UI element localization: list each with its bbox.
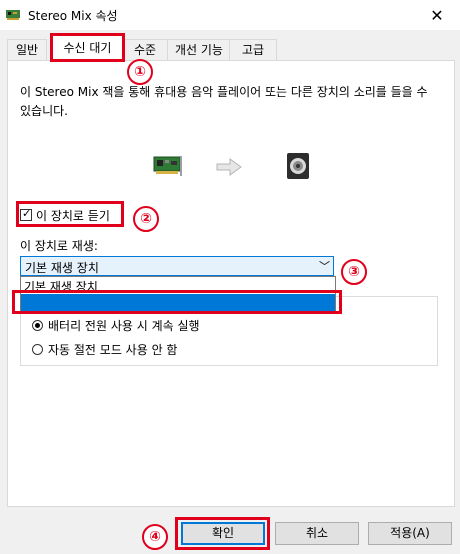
speaker-icon (287, 153, 309, 179)
close-button[interactable]: ✕ (414, 0, 460, 30)
tab-enhancements[interactable]: 개선 기능 (167, 39, 231, 60)
cancel-button[interactable]: 취소 (275, 522, 359, 545)
window-title: Stereo Mix 속성 (28, 9, 118, 23)
radio-button[interactable] (32, 344, 43, 355)
tab-levels[interactable]: 수준 (121, 39, 169, 60)
sound-card-icon (153, 156, 182, 176)
title-bar: Stereo Mix 속성 ✕ (0, 0, 460, 30)
listen-to-device-checkbox[interactable]: ✓ 이 장치로 듣기 (20, 205, 110, 225)
playback-device-dropdown[interactable]: 기본 재생 장치 ﹀ (20, 256, 334, 276)
tab-listen[interactable]: 수신 대기 (52, 35, 123, 62)
radio-button[interactable] (32, 320, 43, 331)
tab-advanced[interactable]: 고급 (229, 39, 277, 60)
ok-button[interactable]: 확인 (181, 522, 265, 545)
checkbox-box[interactable]: ✓ (20, 207, 32, 221)
dropdown-option-default[interactable]: 기본 재생 장치 (24, 278, 98, 295)
listen-checkbox-label: 이 장치로 듣기 (36, 208, 110, 223)
radio-continue-on-battery[interactable]: 배터리 전원 사용 시 계속 실행 (32, 317, 200, 334)
dropdown-list: 기본 재생 장치 (20, 276, 336, 314)
annotation-marker-2: ② (133, 206, 159, 232)
sound-card-icon (6, 10, 20, 20)
radio-label: 배터리 전원 사용 시 계속 실행 (48, 319, 200, 333)
chevron-down-icon[interactable]: ﹀ (319, 258, 330, 274)
checkmark-icon: ✓ (22, 207, 32, 220)
dropdown-selected-value: 기본 재생 장치 (25, 261, 99, 275)
playback-label: 이 장치로 재생: (20, 239, 98, 253)
close-icon: ✕ (430, 5, 444, 25)
radio-disable-power-saving[interactable]: 자동 절전 모드 사용 안 함 (32, 341, 177, 358)
tab-general[interactable]: 일반 (7, 39, 47, 60)
description-text: 이 Stereo Mix 잭을 통해 휴대용 음악 플레이어 또는 다른 장치의… (20, 85, 428, 118)
dropdown-option-highlighted[interactable] (21, 294, 335, 312)
annotation-marker-1: ① (127, 59, 153, 85)
arrow-right-icon (216, 158, 242, 176)
annotation-marker-4: ④ (142, 524, 168, 550)
radio-label: 자동 절전 모드 사용 안 함 (48, 343, 178, 357)
radio-dot-icon (35, 323, 40, 328)
apply-button[interactable]: 적용(A) (368, 522, 452, 545)
annotation-marker-3: ③ (341, 259, 367, 285)
